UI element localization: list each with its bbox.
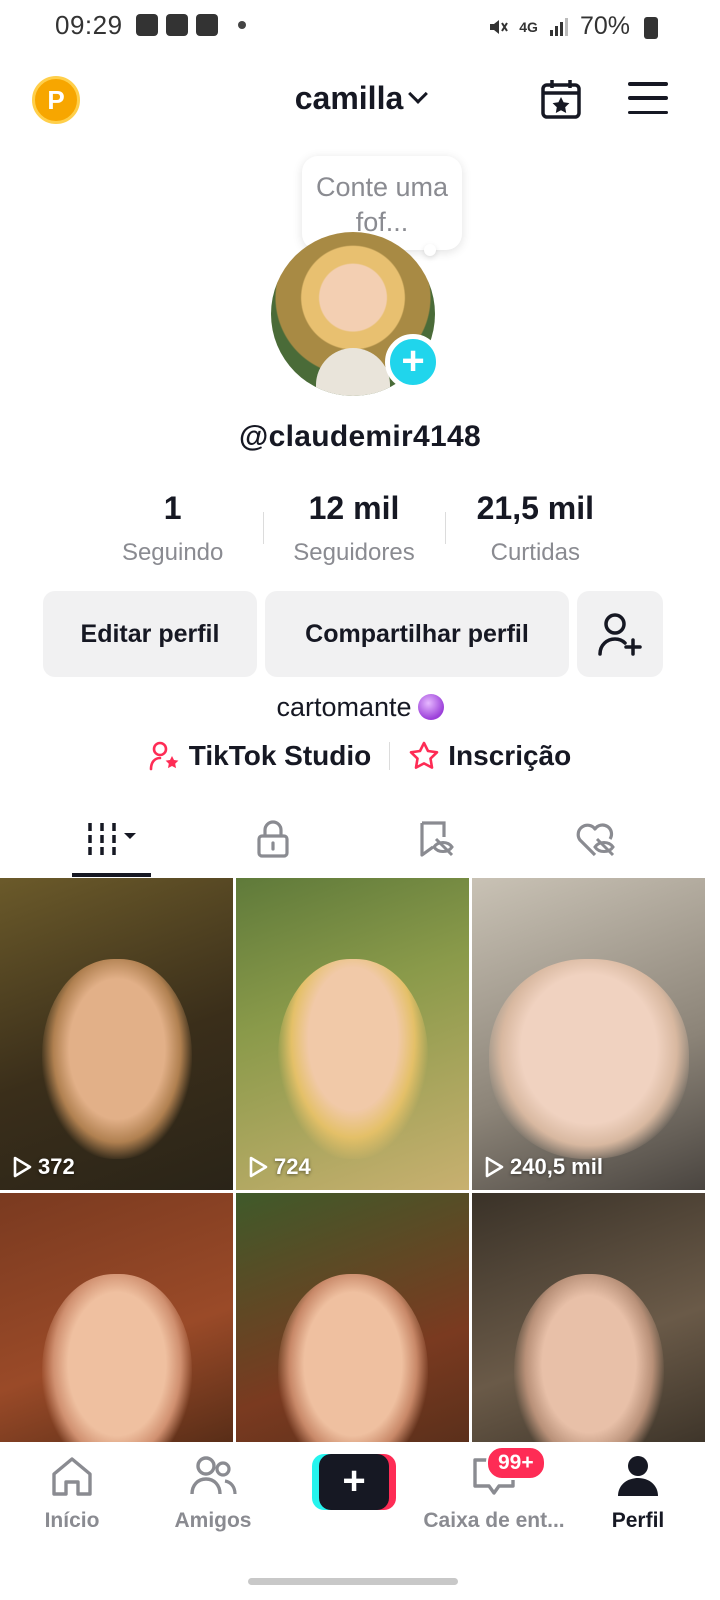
- add-user-icon: [598, 613, 642, 656]
- youtube-icon: [166, 14, 188, 36]
- gallery-icon: [136, 14, 158, 36]
- account-name: camilla: [294, 80, 404, 116]
- nav-home[interactable]: Início: [0, 1454, 144, 1533]
- profile-icon: [618, 1456, 658, 1496]
- more-notifications-icon: [238, 21, 246, 29]
- nav-friends[interactable]: Amigos: [141, 1454, 285, 1533]
- profile-links: TikTok Studio Inscrição: [0, 740, 720, 772]
- stat-value: 21,5 mil: [476, 490, 595, 526]
- stat-following[interactable]: 1 Seguindo: [82, 490, 263, 570]
- stat-value: 12 mil: [308, 490, 400, 526]
- nav-profile[interactable]: Perfil: [566, 1454, 710, 1533]
- stat-value: 1: [163, 490, 182, 526]
- signal-icon: [549, 17, 568, 36]
- view-count-text: 372: [38, 1154, 75, 1179]
- subscription-star-icon: [409, 741, 439, 769]
- system-icons: 4G 70%: [487, 12, 658, 41]
- view-count: 372: [12, 1154, 75, 1180]
- profile-handle: @claudemir4148: [239, 420, 481, 453]
- play-icon: [13, 1156, 32, 1178]
- nav-label: Caixa de ent...: [423, 1509, 565, 1532]
- menu-button[interactable]: [628, 82, 668, 114]
- profile-header: P camilla: [0, 70, 720, 130]
- view-count-text: 724: [274, 1154, 311, 1179]
- play-icon: [485, 1156, 504, 1178]
- notification-icons: [136, 14, 246, 36]
- profile-avatar[interactable]: +: [271, 232, 441, 396]
- profile-actions: Editar perfil Compartilhar perfil: [43, 591, 663, 677]
- stat-label: Seguindo: [121, 539, 224, 566]
- profile-stats: 1 Seguindo 12 mil Seguidores 21,5 mil Cu…: [82, 490, 626, 570]
- bio-text: cartomante: [276, 692, 412, 722]
- tiktok-studio-link[interactable]: TikTok Studio: [149, 740, 372, 772]
- nav-label: Perfil: [611, 1509, 665, 1532]
- stat-label: Seguidores: [293, 539, 415, 566]
- calendar-star-icon[interactable]: [540, 78, 582, 120]
- battery-percent: 70%: [579, 12, 630, 40]
- video-grid-icon: [88, 823, 136, 855]
- stat-label: Curtidas: [490, 539, 580, 566]
- inbox-badge: 99+: [486, 1446, 546, 1480]
- active-tab-indicator: [72, 873, 151, 877]
- stat-likes[interactable]: 21,5 mil Curtidas: [444, 490, 626, 570]
- video-thumbnail[interactable]: 240,5 mil: [472, 878, 705, 1190]
- status-bar: 09:29 4G 70%: [0, 0, 720, 52]
- lock-icon: [257, 820, 289, 858]
- play-icon: [249, 1156, 268, 1178]
- account-switcher[interactable]: camilla: [0, 80, 720, 117]
- nav-label: Início: [44, 1509, 100, 1532]
- tab-reposts[interactable]: [346, 800, 526, 878]
- content-tabs: [0, 800, 720, 878]
- tab-videos[interactable]: [22, 800, 202, 878]
- hidden-bookmark-icon: [420, 821, 454, 857]
- nav-label: Amigos: [174, 1509, 252, 1532]
- status-time: 09:29: [55, 10, 123, 40]
- stat-followers[interactable]: 12 mil Seguidores: [263, 490, 444, 570]
- friends-icon: [190, 1456, 237, 1495]
- mute-icon: [490, 19, 509, 34]
- bottom-navigation: Início Amigos + Caixa de ent... 99+ Perf…: [0, 1442, 720, 1600]
- add-friend-button[interactable]: [577, 591, 663, 677]
- video-thumbnail[interactable]: 372: [0, 878, 233, 1190]
- subscription-link[interactable]: Inscrição: [408, 740, 571, 772]
- link-divider: [389, 742, 391, 770]
- video-thumbnail[interactable]: 724: [236, 878, 469, 1190]
- view-count: 724: [248, 1154, 311, 1180]
- tab-private[interactable]: [183, 800, 363, 878]
- creator-star-icon: [149, 741, 179, 771]
- home-icon: [52, 1457, 92, 1496]
- profile-bio: cartomante: [0, 692, 720, 723]
- edit-profile-button[interactable]: Editar perfil: [43, 591, 257, 677]
- tab-liked[interactable]: [506, 800, 686, 878]
- shopping-icon: [196, 14, 218, 36]
- add-story-button[interactable]: +: [385, 334, 441, 390]
- view-count: 240,5 mil: [484, 1154, 603, 1180]
- network-type: 4G: [519, 18, 538, 35]
- home-indicator: [248, 1578, 458, 1585]
- hidden-heart-icon: [576, 823, 615, 857]
- crystal-ball-icon: [417, 694, 444, 720]
- share-profile-button[interactable]: Compartilhar perfil: [265, 591, 569, 677]
- subscription-label: Inscrição: [448, 740, 572, 771]
- battery-icon: [644, 16, 658, 39]
- create-button[interactable]: +: [312, 1454, 396, 1510]
- plus-icon: +: [319, 1454, 389, 1510]
- studio-label: TikTok Studio: [188, 740, 372, 771]
- chevron-down-icon: [408, 84, 429, 104]
- view-count-text: 240,5 mil: [510, 1154, 603, 1179]
